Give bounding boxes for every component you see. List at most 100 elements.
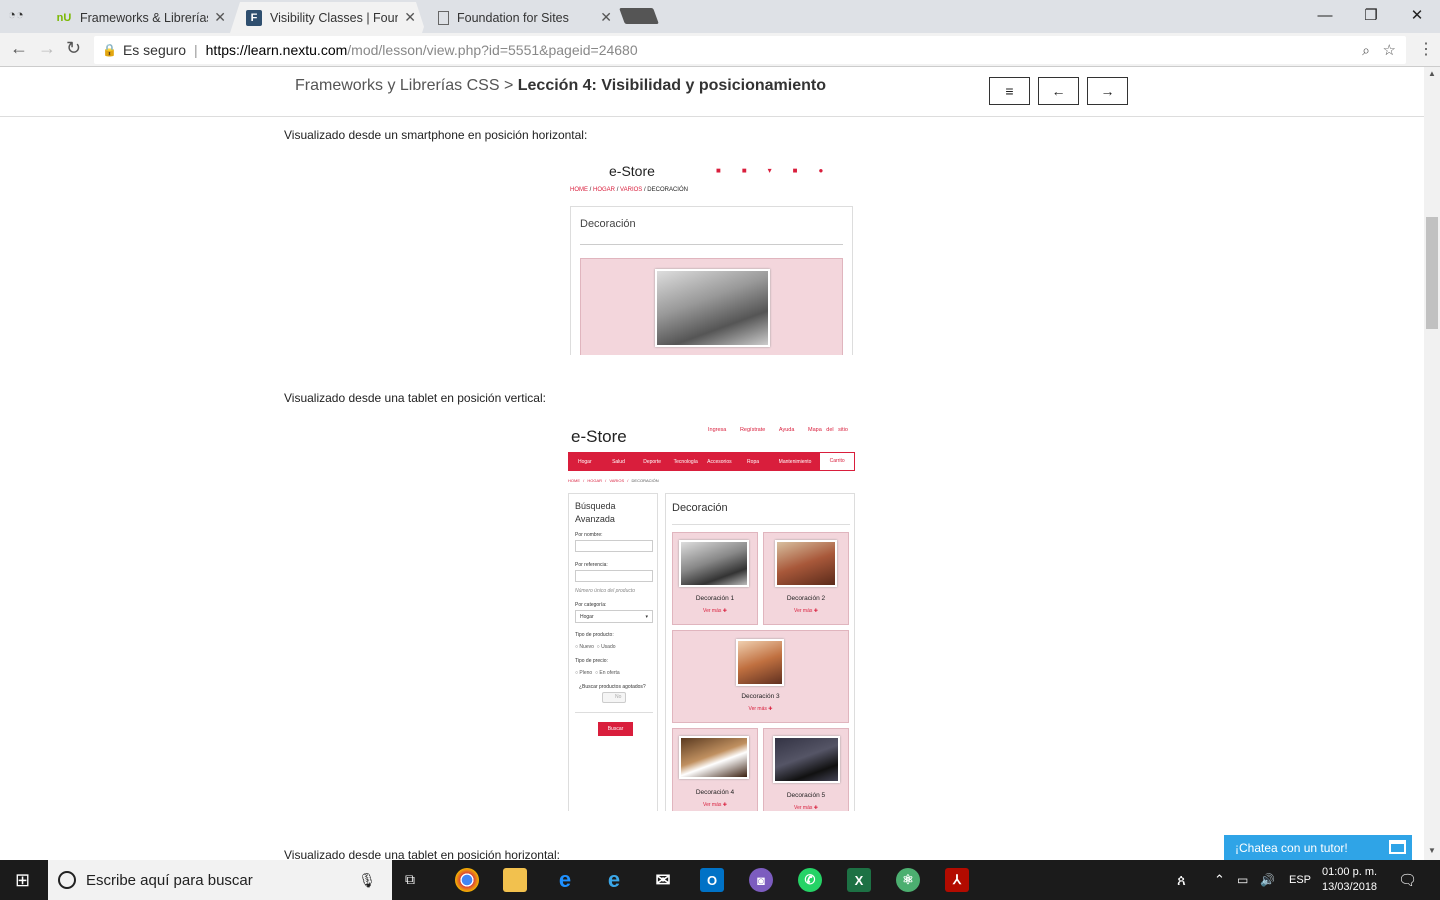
nav-item[interactable]: Deporte: [635, 459, 669, 465]
price-radios[interactable]: ○ Pleno ○ En oferta: [575, 670, 620, 676]
volume-icon[interactable]: 🔊: [1260, 860, 1275, 900]
microphone-icon[interactable]: 🎙: [358, 872, 376, 889]
twitch-icon[interactable]: ◙: [749, 868, 773, 892]
scroll-up-icon[interactable]: ▲: [1428, 69, 1436, 78]
restore-button[interactable]: ❐: [1348, 0, 1394, 30]
chrome-icon[interactable]: [455, 868, 479, 892]
people-icon[interactable]: ጰ: [1177, 860, 1186, 900]
language-indicator[interactable]: ESP: [1289, 860, 1311, 900]
tab-foundation-sites[interactable]: Foundation for Sites ✕: [422, 2, 622, 33]
reload-icon[interactable]: ↻: [66, 38, 81, 59]
internet-explorer-icon[interactable]: e: [602, 867, 626, 892]
acrobat-icon[interactable]: ⅄: [945, 868, 969, 892]
nav-item[interactable]: Tecnología: [669, 459, 703, 465]
whatsapp-icon[interactable]: ✆: [798, 868, 822, 892]
tablet-screenshot: e-Store Ingresa Regístrate Ayuda Mapa de…: [566, 420, 856, 811]
browser-menu-icon[interactable]: ⋮: [1418, 39, 1434, 59]
minimize-button[interactable]: —: [1302, 0, 1348, 30]
file-explorer-icon[interactable]: [503, 868, 527, 892]
lock-icon: 🔒: [102, 43, 117, 57]
caption-tablet-vertical: Visualizado desde una tablet en posición…: [284, 391, 546, 405]
caption-tablet-horizontal: Visualizado desde una tablet en posición…: [284, 848, 560, 860]
zoom-icon[interactable]: ⌕: [1362, 42, 1370, 59]
forward-icon[interactable]: →: [38, 38, 56, 59]
incognito-icon[interactable]: ◔◔: [8, 7, 24, 22]
back-icon[interactable]: ←: [10, 38, 28, 59]
product-card[interactable]: Decoración 1 Ver más ✚: [672, 532, 758, 625]
page-content: Frameworks y Librerías CSS > Lección 4: …: [0, 67, 1424, 860]
scroll-thumb[interactable]: [1426, 217, 1438, 329]
new-tab-button[interactable]: [619, 8, 659, 24]
chat-tutor-button[interactable]: ¡Chatea con un tutor!: [1224, 835, 1412, 861]
search-submit-button[interactable]: Buscar: [598, 722, 633, 736]
chat-label: ¡Chatea con un tutor!: [1235, 841, 1348, 855]
product-card[interactable]: Decoración 4 Ver más ✚: [672, 728, 758, 811]
label: ¿Buscar productos agotados?: [579, 684, 646, 690]
document-favicon-icon: [438, 11, 449, 25]
tray-expand-icon[interactable]: ⌃: [1214, 860, 1225, 900]
lesson-title: Lección 4: Visibilidad y posicionamiento: [517, 77, 826, 94]
crumb-separator: >: [503, 77, 514, 94]
label: Por nombre:: [575, 532, 603, 538]
type-radios[interactable]: ○ Nuevo ○ Usado: [575, 644, 616, 650]
browser-toolbar: ← → ↻ 🔒 Es seguro | https://learn.nextu.…: [0, 33, 1440, 67]
more-link[interactable]: Ver más ✚: [673, 608, 757, 614]
more-link[interactable]: Ver más ✚: [673, 706, 848, 712]
more-link[interactable]: Ver más ✚: [673, 802, 757, 808]
phone-content-panel: Decoración: [570, 206, 853, 355]
foundation-favicon-icon: F: [246, 10, 262, 26]
tab-title: Frameworks & Librerías C: [80, 10, 209, 25]
edge-icon[interactable]: e: [553, 867, 577, 892]
page-scrollbar[interactable]: ▲ ▼: [1424, 67, 1440, 860]
divider: [672, 524, 850, 525]
product-card[interactable]: Decoración 5 Ver más ✚: [763, 728, 849, 811]
lesson-header: Frameworks y Librerías CSS > Lección 4: …: [0, 67, 1424, 117]
atom-icon[interactable]: ⚛: [896, 868, 920, 892]
more-link[interactable]: Ver más ✚: [764, 805, 848, 811]
url-host: https://learn.nextu.com: [205, 42, 348, 58]
product-name: Decoración 1: [695, 595, 735, 602]
room-photo: [655, 269, 770, 347]
next-button[interactable]: →: [1087, 77, 1128, 105]
label: Tipo de precio:: [575, 658, 608, 664]
outlook-icon[interactable]: O: [700, 868, 724, 892]
excel-icon[interactable]: X: [847, 868, 871, 892]
social-icons: ■■▾■●: [716, 166, 845, 175]
product-photo: [775, 540, 837, 587]
tab-frameworks[interactable]: nU Frameworks & Librerías C ✕: [40, 2, 236, 33]
clock[interactable]: 01:00 p. m. 13/03/2018: [1322, 860, 1377, 900]
nav-item[interactable]: Salud: [602, 459, 636, 465]
task-view-icon[interactable]: ⧉: [405, 871, 415, 888]
divider: [580, 244, 843, 245]
close-tab-icon[interactable]: ✕: [600, 9, 612, 26]
category-select[interactable]: Hogar ▾: [575, 610, 653, 623]
notifications-icon[interactable]: 🗨: [1398, 860, 1417, 900]
windows-start-icon[interactable]: ⊞: [15, 870, 30, 891]
secure-label: Es seguro: [122, 42, 186, 58]
ref-input[interactable]: [575, 570, 653, 582]
close-tab-icon[interactable]: ✕: [214, 9, 226, 26]
product-card[interactable]: Decoración 3 Ver más ✚: [672, 630, 849, 723]
name-input[interactable]: [575, 540, 653, 552]
tab-visibility-classes[interactable]: F Visibility Classes | Found ✕: [230, 2, 426, 33]
menu-button[interactable]: ≡: [989, 77, 1030, 105]
product-card[interactable]: Decoración 2 Ver más ✚: [763, 532, 849, 625]
cart-button[interactable]: Carrito: [820, 453, 854, 470]
more-link[interactable]: Ver más ✚: [764, 608, 848, 614]
scroll-down-icon[interactable]: ▼: [1428, 846, 1436, 855]
prev-button[interactable]: ←: [1038, 77, 1079, 105]
nav-item[interactable]: Mantenimiento: [770, 459, 820, 465]
nav-item[interactable]: Hogar: [568, 459, 602, 465]
address-bar[interactable]: 🔒 Es seguro | https://learn.nextu.com /m…: [94, 36, 1406, 64]
taskbar-search[interactable]: Escribe aquí para buscar 🎙: [48, 860, 392, 900]
close-window-button[interactable]: ✕: [1394, 0, 1440, 30]
product-name: Decoración 2: [786, 595, 826, 602]
close-tab-icon[interactable]: ✕: [404, 9, 416, 26]
course-link[interactable]: Frameworks y Librerías CSS: [295, 77, 500, 94]
nav-item[interactable]: Accesorios: [703, 459, 737, 465]
nav-item[interactable]: Ropa: [736, 459, 770, 465]
network-icon[interactable]: ▭: [1237, 860, 1248, 900]
sold-out-toggle[interactable]: No: [602, 692, 626, 703]
mail-icon[interactable]: ✉: [651, 868, 675, 892]
bookmark-star-icon[interactable]: ☆: [1383, 41, 1396, 59]
